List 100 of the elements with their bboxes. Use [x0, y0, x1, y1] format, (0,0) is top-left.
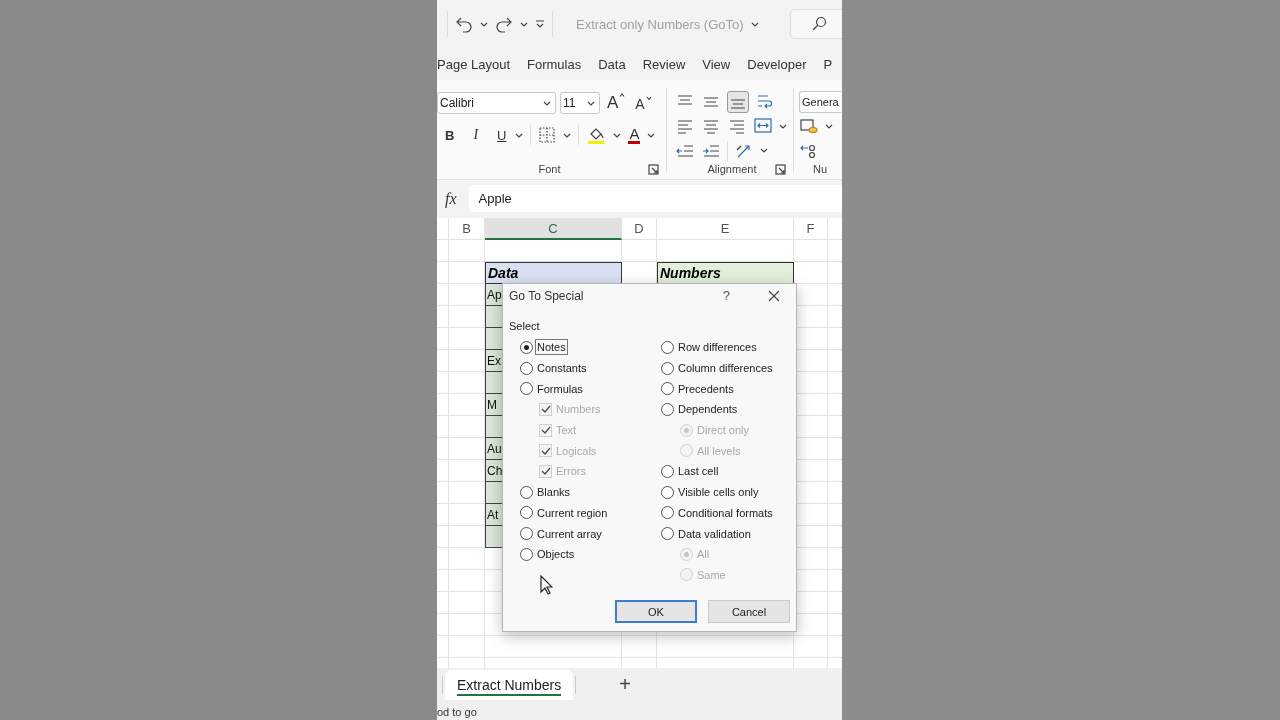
italic-button[interactable]: I — [467, 127, 485, 143]
radio-button[interactable] — [520, 547, 533, 561]
font-color-button[interactable]: A — [628, 126, 641, 144]
caret-icon[interactable] — [480, 21, 488, 27]
option-label[interactable]: Precedents — [678, 382, 734, 395]
option-label[interactable]: Dependents — [678, 403, 738, 416]
radio-button[interactable] — [520, 506, 533, 520]
status-text: od to go — [437, 706, 477, 718]
underline-button[interactable]: U — [491, 127, 509, 143]
option-label[interactable]: Current array — [537, 527, 602, 540]
radio-button[interactable] — [661, 361, 674, 375]
document-title: Extract only Numbers (GoTo) — [576, 16, 744, 32]
caret-icon[interactable] — [760, 148, 768, 154]
option-label[interactable]: Last cell — [678, 465, 719, 478]
search-icon — [811, 16, 827, 32]
cancel-button[interactable]: Cancel — [708, 600, 790, 623]
option-label[interactable]: Column differences — [678, 362, 773, 375]
caret-icon[interactable] — [613, 132, 622, 138]
ok-button[interactable]: OK — [615, 600, 697, 623]
radio-button[interactable] — [661, 527, 674, 541]
table-cell — [485, 306, 502, 328]
sheet-tab[interactable]: Extract Numbers — [445, 670, 574, 700]
option-label[interactable]: Blanks — [537, 486, 571, 499]
option-label[interactable]: Row differences — [678, 341, 757, 354]
font-size-dropdown[interactable]: 11 — [560, 92, 600, 114]
radio-button[interactable] — [520, 527, 533, 541]
table-cell: Ex — [485, 350, 502, 372]
option-label[interactable]: Constants — [537, 362, 587, 375]
group-label: Select — [508, 319, 541, 333]
caret-icon[interactable] — [587, 100, 595, 106]
radio-button[interactable] — [661, 382, 674, 396]
checkmark-icon — [540, 467, 551, 476]
radio-button[interactable] — [661, 340, 674, 354]
option-label[interactable]: Visible cells only — [678, 486, 759, 499]
table-cell: M — [485, 394, 502, 416]
option-label[interactable]: Objects — [537, 548, 575, 561]
table-cell: Ch — [485, 460, 502, 482]
ribbon-tab[interactable]: Formulas — [527, 56, 582, 72]
table-cell: Numbers — [657, 262, 794, 284]
table-cell — [485, 482, 502, 504]
checkmark-icon — [540, 426, 551, 435]
close-icon[interactable] — [768, 289, 780, 302]
ribbon-tab[interactable]: Developer — [747, 56, 807, 72]
bold-button[interactable]: B — [437, 127, 461, 143]
radio-button[interactable] — [520, 340, 533, 354]
radio-button[interactable] — [661, 402, 674, 416]
number-format-dropdown[interactable]: Genera — [799, 91, 841, 114]
shrink-font-button[interactable]: A — [632, 94, 655, 112]
caret-icon[interactable] — [647, 132, 656, 138]
table-cell — [485, 526, 502, 548]
option-label[interactable]: Conditional formats — [678, 506, 773, 519]
table-cell: Ap — [485, 284, 502, 306]
checkmark-icon — [540, 405, 551, 414]
option-label[interactable]: Formulas — [537, 382, 583, 395]
ribbon-tab[interactable]: View — [702, 56, 731, 72]
table-cell — [485, 416, 502, 438]
insert-function-button[interactable]: fx — [437, 189, 461, 208]
help-button[interactable]: ? — [722, 288, 730, 303]
caret-icon — [645, 96, 652, 100]
caret-icon[interactable] — [750, 21, 759, 27]
customize-icon[interactable] — [535, 20, 545, 28]
option-label[interactable]: Notes — [537, 341, 566, 354]
caret-icon[interactable] — [563, 132, 572, 138]
ribbon-tab[interactable]: Data — [598, 56, 626, 72]
dialog-launcher-icon[interactable] — [775, 163, 786, 175]
search-field[interactable] — [790, 9, 842, 39]
option-label[interactable]: Current region — [537, 506, 608, 519]
table-cell: Au — [485, 438, 502, 460]
group-label: Alignment — [707, 163, 757, 175]
font-name-dropdown[interactable]: Calibri — [437, 92, 556, 114]
dialog-title: Go To Special — [509, 288, 584, 303]
option-label[interactable]: Data validation — [678, 527, 751, 540]
caret-icon[interactable] — [515, 132, 524, 138]
caret-icon[interactable] — [825, 124, 833, 129]
ribbon-tab[interactable]: Page Layout — [437, 56, 510, 72]
formula-field[interactable]: Apple — [468, 185, 842, 212]
redo-icon[interactable] — [495, 15, 513, 33]
grow-font-button[interactable]: A — [604, 93, 629, 113]
table-cell: Data — [485, 262, 622, 284]
mouse-pointer-icon — [540, 575, 553, 595]
checkmark-icon — [540, 446, 551, 455]
add-sheet-button[interactable]: + — [619, 673, 631, 696]
ribbon-tab[interactable]: Review — [642, 56, 686, 72]
table-cell — [485, 328, 502, 350]
undo-icon[interactable] — [455, 15, 473, 33]
column-header[interactable]: C — [485, 218, 622, 240]
radio-button[interactable] — [661, 485, 674, 499]
borders-icon[interactable] — [538, 126, 557, 144]
radio-button[interactable] — [661, 464, 674, 478]
ribbon-tab[interactable]: P — [823, 56, 833, 72]
radio-button[interactable] — [520, 361, 533, 375]
radio-button[interactable] — [520, 485, 533, 499]
caret-icon[interactable] — [520, 21, 528, 27]
caret-icon[interactable] — [543, 100, 551, 106]
caret-icon[interactable] — [779, 124, 787, 129]
radio-button[interactable] — [520, 382, 533, 396]
dialog-launcher-icon[interactable] — [648, 163, 659, 175]
group-label: Font — [538, 163, 561, 175]
radio-button[interactable] — [661, 506, 674, 520]
caret-up-icon — [619, 93, 626, 97]
